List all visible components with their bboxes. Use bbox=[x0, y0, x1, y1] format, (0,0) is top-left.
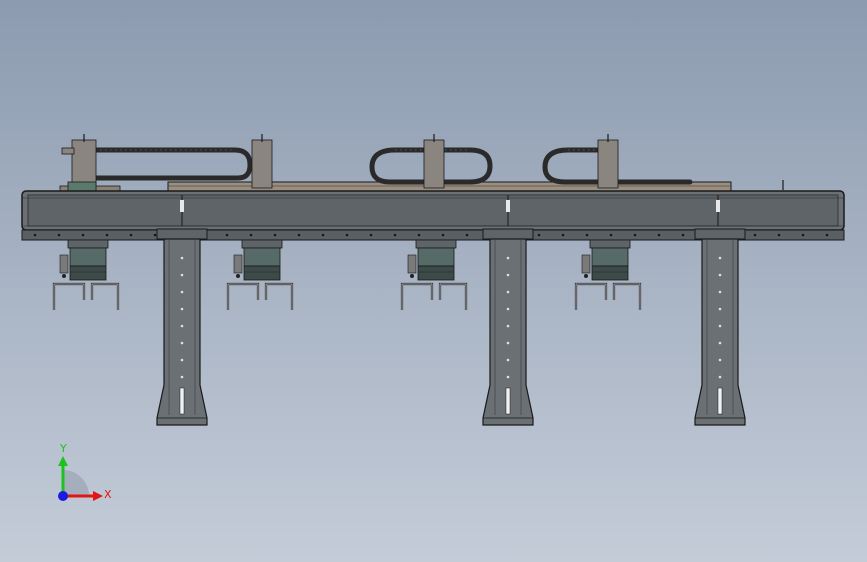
beam-bolt bbox=[393, 233, 397, 237]
x-axis-arrowhead bbox=[93, 491, 103, 501]
beam-bolt bbox=[825, 233, 829, 237]
beam-bolt bbox=[57, 233, 61, 237]
gantry-model-view[interactable] bbox=[0, 0, 867, 562]
beam-bolt bbox=[753, 233, 757, 237]
beam-bolt bbox=[249, 233, 253, 237]
x-axis-label: X bbox=[104, 488, 112, 501]
beam-bolt bbox=[81, 233, 85, 237]
beam-bolt bbox=[369, 233, 373, 237]
y-axis-label: Y bbox=[59, 442, 67, 455]
beam-bolt bbox=[297, 233, 301, 237]
gripper-assembly bbox=[574, 239, 642, 310]
beam-bolt bbox=[465, 233, 469, 237]
beam-bolt bbox=[105, 233, 109, 237]
beam-bolt bbox=[441, 233, 445, 237]
support-pillar bbox=[694, 228, 746, 426]
gripper-assemblies bbox=[52, 239, 642, 310]
beam-bolt bbox=[33, 233, 37, 237]
beam-bolt bbox=[585, 233, 589, 237]
support-pillar bbox=[156, 228, 208, 426]
beam-bolt bbox=[537, 233, 541, 237]
beam-bolt bbox=[609, 233, 613, 237]
beam-bolt bbox=[345, 233, 349, 237]
gripper-assembly bbox=[400, 239, 468, 310]
coordinate-triad: Y X bbox=[58, 442, 112, 501]
beam-bolt bbox=[321, 233, 325, 237]
beam-bolt bbox=[657, 233, 661, 237]
beam-bolt bbox=[225, 233, 229, 237]
gripper-assembly bbox=[52, 239, 120, 310]
beam-bolt bbox=[681, 233, 685, 237]
beam-bolt bbox=[273, 233, 277, 237]
beam-bolt bbox=[129, 233, 133, 237]
beam-bolt bbox=[153, 233, 157, 237]
z-axis-dot bbox=[58, 491, 68, 501]
support-pillar bbox=[482, 228, 534, 426]
beam-bolt bbox=[561, 233, 565, 237]
beam-bolt bbox=[633, 233, 637, 237]
beam-bolt bbox=[801, 233, 805, 237]
cad-graphics-viewport[interactable]: Y X bbox=[0, 0, 867, 562]
gripper-assembly bbox=[226, 239, 294, 310]
beam-bolt bbox=[417, 233, 421, 237]
y-axis-arrowhead bbox=[58, 456, 68, 466]
beam-bolt bbox=[777, 233, 781, 237]
triad-arc bbox=[63, 470, 89, 496]
